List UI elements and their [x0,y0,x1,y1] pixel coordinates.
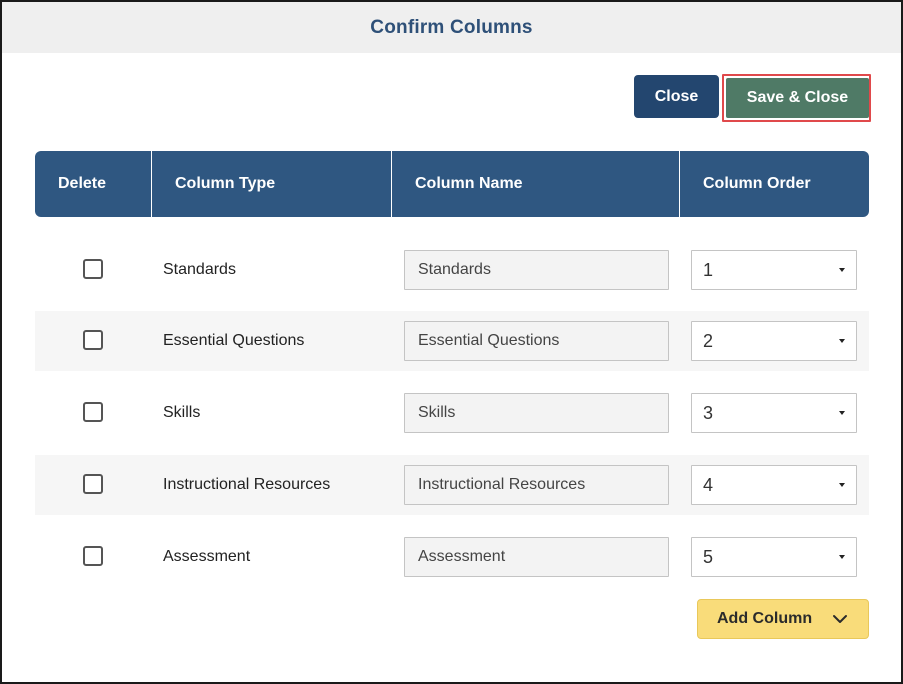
delete-checkbox[interactable] [83,546,103,566]
table-row: Standards Standards 1 [35,240,869,300]
column-order-select[interactable]: 5 [691,537,857,577]
save-close-button[interactable]: Save & Close [726,78,869,118]
column-type-label: Instructional Resources [163,476,331,493]
column-order-value: 5 [703,546,714,567]
column-name-input[interactable]: Essential Questions [404,321,669,361]
caret-down-icon [839,268,845,272]
confirm-columns-modal: Confirm Columns Close Save & Close Delet… [0,0,903,684]
header-divider [391,151,392,217]
column-type-label: Skills [163,404,201,421]
table-row: Instructional Resources Instructional Re… [35,455,869,515]
column-order-select[interactable]: 2 [691,321,857,361]
column-order-value: 4 [703,474,714,495]
column-name-input[interactable]: Instructional Resources [404,465,669,505]
column-type-label: Standards [163,261,236,278]
column-name-input[interactable]: Skills [404,393,669,433]
delete-checkbox[interactable] [83,402,103,422]
table-row: Skills Skills 3 [35,383,869,443]
header-column-type: Column Type [175,175,276,192]
header-divider [679,151,680,217]
delete-checkbox[interactable] [83,474,103,494]
modal-title: Confirm Columns [370,16,533,38]
header-column-order: Column Order [703,175,811,192]
column-order-value: 1 [703,259,714,280]
caret-down-icon [839,411,845,415]
column-order-select[interactable]: 4 [691,465,857,505]
header-column-name: Column Name [415,175,523,192]
column-name-input[interactable]: Assessment [404,537,669,577]
table-header: Delete Column Type Column Name Column Or… [35,151,869,217]
column-order-value: 3 [703,402,714,423]
add-column-button[interactable]: Add Column [697,599,869,639]
modal-header: Confirm Columns [2,2,901,53]
table-row: Essential Questions Essential Questions … [35,311,869,371]
header-delete: Delete [58,175,107,192]
delete-checkbox[interactable] [83,330,103,350]
column-order-select[interactable]: 1 [691,250,857,290]
column-name-input[interactable]: Standards [404,250,669,290]
caret-down-icon [839,555,845,559]
caret-down-icon [839,339,845,343]
close-button[interactable]: Close [634,75,719,118]
header-divider [151,151,152,217]
column-type-label: Essential Questions [163,332,305,349]
chevron-down-icon [833,615,847,623]
column-order-select[interactable]: 3 [691,393,857,433]
column-type-label: Assessment [163,548,251,565]
delete-checkbox[interactable] [83,259,103,279]
column-order-value: 2 [703,330,714,351]
add-column-label: Add Column [717,610,813,627]
table-row: Assessment Assessment 5 [35,527,869,587]
caret-down-icon [839,483,845,487]
